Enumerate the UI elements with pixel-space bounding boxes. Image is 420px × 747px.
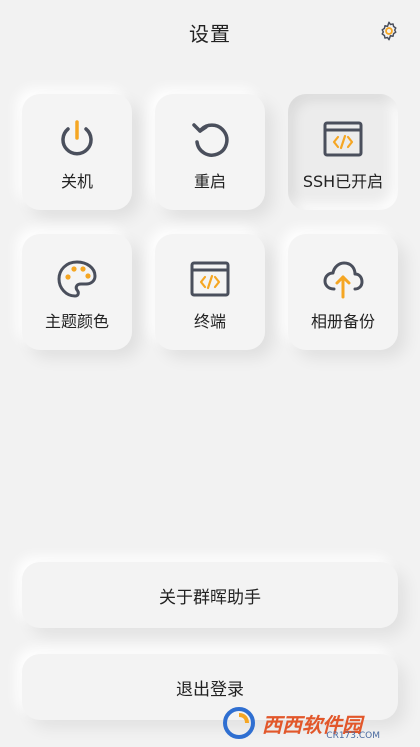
tile-label: SSH已开启 bbox=[302, 172, 384, 191]
shutdown-tile[interactable]: 关机 bbox=[22, 94, 132, 210]
tile-label: 相册备份 bbox=[310, 312, 375, 331]
code-window-icon bbox=[320, 116, 366, 162]
settings-button[interactable] bbox=[376, 18, 402, 44]
power-icon bbox=[54, 116, 100, 162]
header: 设置 bbox=[0, 0, 420, 64]
watermark-logo-icon bbox=[223, 707, 255, 739]
palette-icon bbox=[54, 256, 100, 302]
gear-icon bbox=[381, 21, 397, 41]
terminal-icon bbox=[187, 256, 233, 302]
photo-backup-tile[interactable]: 相册备份 bbox=[288, 234, 398, 350]
tile-label: 重启 bbox=[193, 172, 226, 191]
tile-label: 关机 bbox=[60, 172, 93, 191]
restart-icon bbox=[187, 116, 233, 162]
tile-label: 主题颜色 bbox=[44, 312, 109, 331]
watermark: 西西软件园 CR173.COM bbox=[222, 705, 412, 741]
cloud-upload-icon bbox=[320, 256, 366, 302]
page-title: 设置 bbox=[189, 22, 231, 46]
watermark-subtext: CR173.COM bbox=[326, 731, 380, 741]
terminal-tile[interactable]: 终端 bbox=[155, 234, 265, 350]
tile-label: 终端 bbox=[193, 312, 226, 331]
restart-tile[interactable]: 重启 bbox=[155, 94, 265, 210]
theme-color-tile[interactable]: 主题颜色 bbox=[22, 234, 132, 350]
about-button[interactable]: 关于群晖助手 bbox=[22, 562, 398, 628]
ssh-tile[interactable]: SSH已开启 bbox=[288, 94, 398, 210]
